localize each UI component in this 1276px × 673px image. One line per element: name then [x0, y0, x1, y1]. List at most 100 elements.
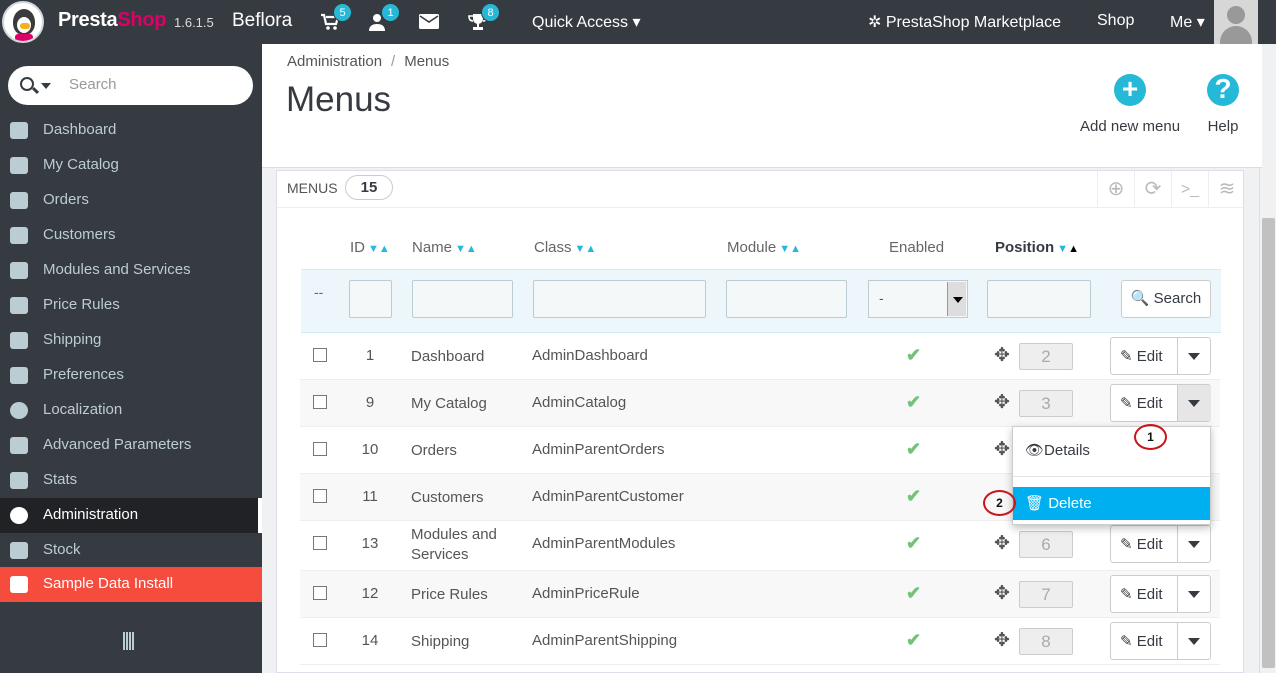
sort-arrows-icon[interactable]: ▼▲	[368, 243, 390, 255]
row-checkbox[interactable]	[313, 348, 327, 362]
table-row[interactable]: 12 Price Rules AdminPriceRule ✔ ✥ 7 ✎ Ed…	[300, 571, 1220, 618]
search-button[interactable]: 🔍 Search	[1121, 280, 1211, 318]
sidebar-item-shipping[interactable]: Shipping	[0, 323, 262, 358]
column-header-module[interactable]: Module ▼▲	[727, 239, 801, 256]
store-name[interactable]: Beflora	[232, 10, 292, 32]
sidebar-item-stock[interactable]: Stock	[0, 533, 262, 568]
add-new-menu-button[interactable]: + Add new menu	[1080, 74, 1180, 136]
marketplace-link[interactable]: ✲ PrestaShop Marketplace	[868, 12, 1061, 32]
sort-arrows-icon[interactable]: ▼▲	[455, 243, 477, 255]
sidebar-item-advanced-parameters[interactable]: Advanced Parameters	[0, 428, 262, 463]
check-icon[interactable]: ✔	[906, 392, 921, 413]
sidebar-item-stats[interactable]: Stats	[0, 463, 262, 498]
edit-button[interactable]: ✎ Edit	[1120, 394, 1163, 412]
filter-name-input[interactable]	[412, 280, 513, 318]
refresh-icon[interactable]: ⟳	[1134, 171, 1171, 208]
sidebar-item-sample-data[interactable]: Sample Data Install	[0, 567, 262, 602]
row-checkbox[interactable]	[313, 395, 327, 409]
edit-button-group[interactable]: ✎ Edit	[1110, 622, 1211, 660]
edit-button[interactable]: ✎ Edit	[1120, 535, 1163, 553]
column-header-class[interactable]: Class ▼▲	[534, 239, 596, 256]
envelope-icon[interactable]	[419, 14, 441, 32]
annotation-marker-2: 2	[983, 490, 1016, 516]
move-icon[interactable]: ✥	[994, 582, 1010, 605]
check-icon[interactable]: ✔	[906, 345, 921, 366]
dropdown-toggle[interactable]	[1177, 385, 1211, 421]
column-header-name[interactable]: Name ▼▲	[412, 239, 477, 256]
column-header-id[interactable]: ID ▼▲	[350, 239, 390, 256]
database-icon[interactable]: ≋	[1208, 171, 1245, 208]
breadcrumb-administration[interactable]: Administration	[287, 53, 382, 70]
check-icon[interactable]: ✔	[906, 630, 921, 651]
sort-arrows-icon[interactable]: ▼▲	[575, 243, 597, 255]
edit-button[interactable]: ✎ Edit	[1120, 347, 1163, 365]
check-icon[interactable]: ✔	[906, 533, 921, 554]
scrollbar[interactable]	[1259, 168, 1276, 673]
trophy-icon[interactable]: 8	[468, 3, 500, 31]
edit-button-group[interactable]: ✎ Edit	[1110, 575, 1211, 613]
quick-access-menu[interactable]: Quick Access ▾	[532, 12, 641, 32]
check-icon[interactable]: ✔	[906, 583, 921, 604]
filter-enabled-select[interactable]: -	[868, 280, 968, 318]
filter-position-input[interactable]	[987, 280, 1091, 318]
dropdown-toggle[interactable]	[1177, 576, 1211, 612]
move-icon[interactable]: ✥	[994, 629, 1010, 652]
row-checkbox[interactable]	[313, 489, 327, 503]
user-icon[interactable]: 1	[368, 3, 400, 31]
caret-down-icon[interactable]	[41, 83, 51, 94]
sidebar-item-catalog[interactable]: My Catalog	[0, 148, 262, 183]
terminal-icon[interactable]: >_	[1171, 171, 1208, 208]
table-row[interactable]: 9 My Catalog AdminCatalog ✔ ✥ 3 ✎ Edit	[300, 380, 1220, 427]
table-row[interactable]: 14 Shipping AdminParentShipping ✔ ✥ 8 ✎ …	[300, 618, 1220, 665]
filter-id-input[interactable]	[349, 280, 392, 318]
row-checkbox[interactable]	[313, 536, 327, 550]
sidebar-search[interactable]: Search	[8, 66, 253, 105]
me-menu[interactable]: Me ▾	[1170, 12, 1205, 32]
sidebar-item-dashboard[interactable]: Dashboard	[0, 113, 262, 148]
sidebar-item-price-rules[interactable]: Price Rules	[0, 288, 262, 323]
help-button[interactable]: ? Help	[1207, 74, 1239, 135]
column-header-position[interactable]: Position ▼▲	[995, 239, 1079, 256]
edit-button-group[interactable]: ✎ Edit	[1110, 384, 1211, 422]
move-icon[interactable]: ✥	[994, 438, 1010, 461]
shop-link[interactable]: Shop	[1097, 12, 1134, 30]
delete-menu-item[interactable]: 🗑 Delete	[1013, 487, 1210, 520]
dropdown-toggle[interactable]	[1177, 338, 1211, 374]
filter-module-input[interactable]	[726, 280, 847, 318]
row-checkbox[interactable]	[313, 586, 327, 600]
details-menu-item[interactable]: 👁Details	[1013, 437, 1210, 467]
sidebar-item-modules[interactable]: Modules and Services	[0, 253, 262, 288]
edit-button-group[interactable]: ✎ Edit	[1110, 525, 1211, 563]
table-row[interactable]: 13 Modules and Services AdminParentModul…	[300, 521, 1220, 571]
sidebar-item-orders[interactable]: Orders	[0, 183, 262, 218]
table-row[interactable]: 1 Dashboard AdminDashboard ✔ ✥ 2 ✎ Edit	[300, 333, 1220, 380]
plus-circle-icon[interactable]: ⊕	[1097, 171, 1134, 208]
sidebar-item-localization[interactable]: Localization	[0, 393, 262, 428]
prestashop-logo-icon[interactable]	[2, 1, 44, 43]
row-checkbox[interactable]	[313, 633, 327, 647]
sort-arrows-icon[interactable]: ▼▲	[1057, 243, 1079, 255]
collapse-menu-icon[interactable]	[123, 632, 137, 652]
edit-button-group[interactable]: ✎ Edit	[1110, 337, 1211, 375]
search-input[interactable]: Search	[69, 76, 117, 93]
filter-row: -- - 🔍 Search	[301, 269, 1221, 333]
sort-arrows-icon[interactable]: ▼▲	[779, 243, 801, 255]
move-icon[interactable]: ✥	[994, 344, 1010, 367]
dropdown-toggle[interactable]	[1177, 526, 1211, 562]
scrollbar-thumb[interactable]	[1262, 218, 1275, 668]
move-icon[interactable]: ✥	[994, 532, 1010, 555]
move-icon[interactable]: ✥	[994, 391, 1010, 414]
cart-icon[interactable]: 5	[320, 3, 352, 31]
avatar[interactable]	[1214, 0, 1258, 44]
sidebar-item-preferences[interactable]: Preferences	[0, 358, 262, 393]
check-icon[interactable]: ✔	[906, 439, 921, 460]
filter-class-input[interactable]	[533, 280, 706, 318]
edit-button[interactable]: ✎ Edit	[1120, 585, 1163, 603]
row-checkbox[interactable]	[313, 442, 327, 456]
dropdown-toggle[interactable]	[1177, 623, 1211, 659]
position-field: 2	[1019, 343, 1073, 370]
edit-button[interactable]: ✎ Edit	[1120, 632, 1163, 650]
sidebar-item-customers[interactable]: Customers	[0, 218, 262, 253]
check-icon[interactable]: ✔	[906, 486, 921, 507]
sidebar-item-administration[interactable]: Administration	[0, 498, 262, 533]
